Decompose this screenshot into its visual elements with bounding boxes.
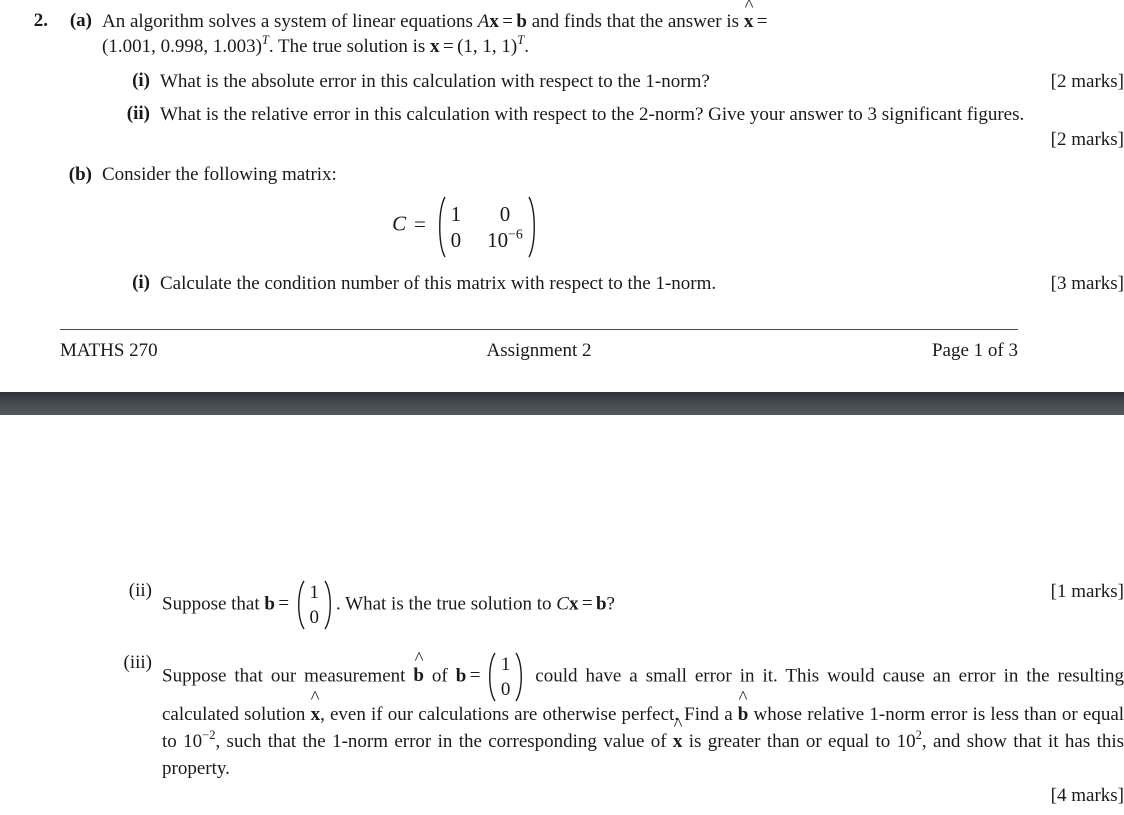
vector-entry-2: 0	[500, 679, 511, 700]
footer-course: MATHS 270	[60, 340, 158, 361]
x-symbol: x	[430, 35, 440, 57]
part-b-item-ii-marker: (ii)	[128, 580, 152, 601]
equals-sign: =	[278, 593, 290, 615]
part-a-text-2: and finds that the answer is	[531, 11, 740, 32]
part-b-marker: (b)	[68, 164, 92, 186]
question-number: 2.	[33, 10, 48, 31]
vector-entry-2: 0	[309, 607, 320, 628]
part-a-item-i-marker: (i)	[132, 70, 150, 92]
b-hat-symbol: b	[413, 663, 424, 690]
matrix-entry-22-exponent: −6	[508, 226, 523, 242]
right-paren-icon	[515, 652, 527, 702]
marks-label: [1 marks]	[1050, 581, 1124, 602]
matrix-entry-12: 0	[499, 201, 511, 226]
footer-assignment: Assignment 2	[486, 340, 592, 361]
part-a-item-ii-text: What is the relative error in this calcu…	[160, 103, 1124, 152]
part-a-solution-vector: (1.001, 0.998, 1.003)	[102, 35, 262, 57]
equation-ax-b: Ax = b	[477, 11, 527, 32]
b-symbol: b	[455, 665, 467, 687]
vector-entry-1: 1	[500, 654, 511, 675]
column-vector-cells: 1 0	[305, 581, 325, 629]
part-a-text: An algorithm solves a system of linear e…	[102, 10, 1124, 59]
item-iii-text-4: , even if our calculations are otherwise…	[320, 704, 733, 725]
right-paren-icon	[324, 580, 336, 630]
vector-entry-1: 1	[309, 582, 320, 603]
part-b-item-iii-text: Suppose that our measurement b of b= 1 0	[162, 652, 1124, 810]
x-hat-symbol-2: x	[673, 729, 683, 756]
part-a-text-4: .	[524, 35, 529, 57]
footer-page-number: Page 1 of 3	[931, 340, 1018, 361]
part-b-item-i-row: (i) [3 marks] Calculate the condition nu…	[114, 272, 1124, 297]
part-b-item-iii-marker: (iii)	[123, 652, 153, 673]
b-hat-symbol-2: b	[738, 702, 749, 729]
part-a-item-ii-marker: (ii)	[126, 103, 150, 125]
matrix-c-name: C	[392, 212, 407, 237]
question-number-row: 2. (a) An algorithm solves a system of l…	[18, 10, 1124, 297]
bound-lower-exponent: −2	[202, 728, 216, 743]
part-a-item-ii-row: (ii) What is the relative error in this …	[114, 103, 1124, 152]
item-text: What is the absolute error in this calcu…	[160, 71, 710, 93]
item-iii-text-6: , such that the 1-norm error in the corr…	[215, 730, 667, 752]
part-b-intro: Consider the following matrix:	[102, 164, 337, 186]
item-ii-text-2: . What is the true solution to	[336, 593, 552, 615]
matrix-entry-11: 1	[450, 201, 462, 226]
item-ii-text-1: Suppose that	[162, 593, 260, 615]
marks-label: [2 marks]	[1050, 71, 1124, 93]
footer-divider	[60, 329, 1018, 330]
part-b-item-ii-row: (ii) [1 marks] Suppose that b = 1 0 . Wh…	[112, 580, 1124, 630]
left-paren-icon	[484, 652, 496, 702]
x-hat-symbol: x	[311, 702, 321, 729]
matrix-c-cells: 1 0 0 10−6	[446, 202, 528, 253]
bound-upper-base: 10	[896, 730, 916, 752]
page-footer: MATHS 270 Assignment 2 Page 1 of 3	[60, 340, 1018, 362]
page-separator-band	[0, 392, 1124, 415]
document-page-2: (ii) [1 marks] Suppose that b = 1 0 . Wh…	[0, 415, 1124, 815]
question-2-block: 2. (a) An algorithm solves a system of l…	[0, 10, 1124, 297]
marks-label: [4 marks]	[1050, 784, 1124, 806]
equation-cx-b: Cx = b?	[556, 593, 615, 615]
left-paren-icon	[293, 580, 305, 630]
marks-label: [3 marks]	[1050, 273, 1124, 295]
x-hat-symbol: x	[744, 10, 754, 35]
bound-lower-base: 10	[183, 730, 203, 752]
matrix-c-display: C = 1 0 0 10−6	[12, 196, 920, 258]
marks-label: [2 marks]	[1050, 128, 1124, 150]
transpose-exponent-1: T	[261, 32, 269, 47]
part-a-marker: (a)	[69, 10, 92, 31]
item-text: What is the relative error in this calcu…	[160, 104, 1025, 126]
column-vector-b: 1 0	[484, 652, 528, 702]
part-b-item-i-text: [3 marks] Calculate the condition number…	[160, 272, 1124, 297]
left-paren-icon	[434, 196, 446, 258]
item-iii-text-2: of	[431, 665, 448, 687]
matrix-entry-22: 10−6	[487, 227, 523, 252]
column-vector-b: 1 0	[293, 580, 337, 630]
matrix-entry-21: 0	[450, 227, 462, 252]
matrix-c: 1 0 0 10−6	[434, 196, 540, 258]
column-vector-cells: 1 0	[496, 653, 516, 701]
bound-lower: 10−2	[183, 728, 216, 752]
part-a-true-vector: (1, 1, 1)	[457, 35, 518, 57]
part-b-row: (b) Consider the following matrix:	[58, 164, 1124, 186]
document-page-1: 2. (a) An algorithm solves a system of l…	[0, 0, 1124, 392]
matrix-c-equals: =	[413, 212, 426, 237]
part-b-item-ii-text: [1 marks] Suppose that b = 1 0 . What is…	[162, 580, 1124, 630]
matrix-entry-22-base: 10	[487, 227, 509, 252]
part-b-item-i-marker: (i)	[132, 272, 150, 294]
item-iii-text-7: is greater than or equal to	[688, 730, 891, 752]
bound-upper: 102	[896, 729, 922, 752]
b-symbol: b	[264, 593, 275, 615]
part-a-item-i-text: [2 marks] What is the absolute error in …	[160, 70, 1124, 95]
part-a-row: (a) An algorithm solves a system of line…	[58, 10, 1124, 59]
equals-sign: =	[469, 665, 481, 687]
part-a-text-3: . The true solution is	[268, 35, 426, 57]
part-a-item-i-row: (i) [2 marks] What is the absolute error…	[114, 70, 1124, 95]
item-iii-text-1: Suppose that our measurement	[162, 665, 406, 687]
part-a-text-1: An algorithm solves a system of linear e…	[102, 11, 473, 32]
item-text: Calculate the condition number of this m…	[160, 273, 717, 295]
part-b-item-iii-row: (iii) Suppose that our measurement b of …	[112, 652, 1124, 810]
right-paren-icon	[528, 196, 540, 258]
